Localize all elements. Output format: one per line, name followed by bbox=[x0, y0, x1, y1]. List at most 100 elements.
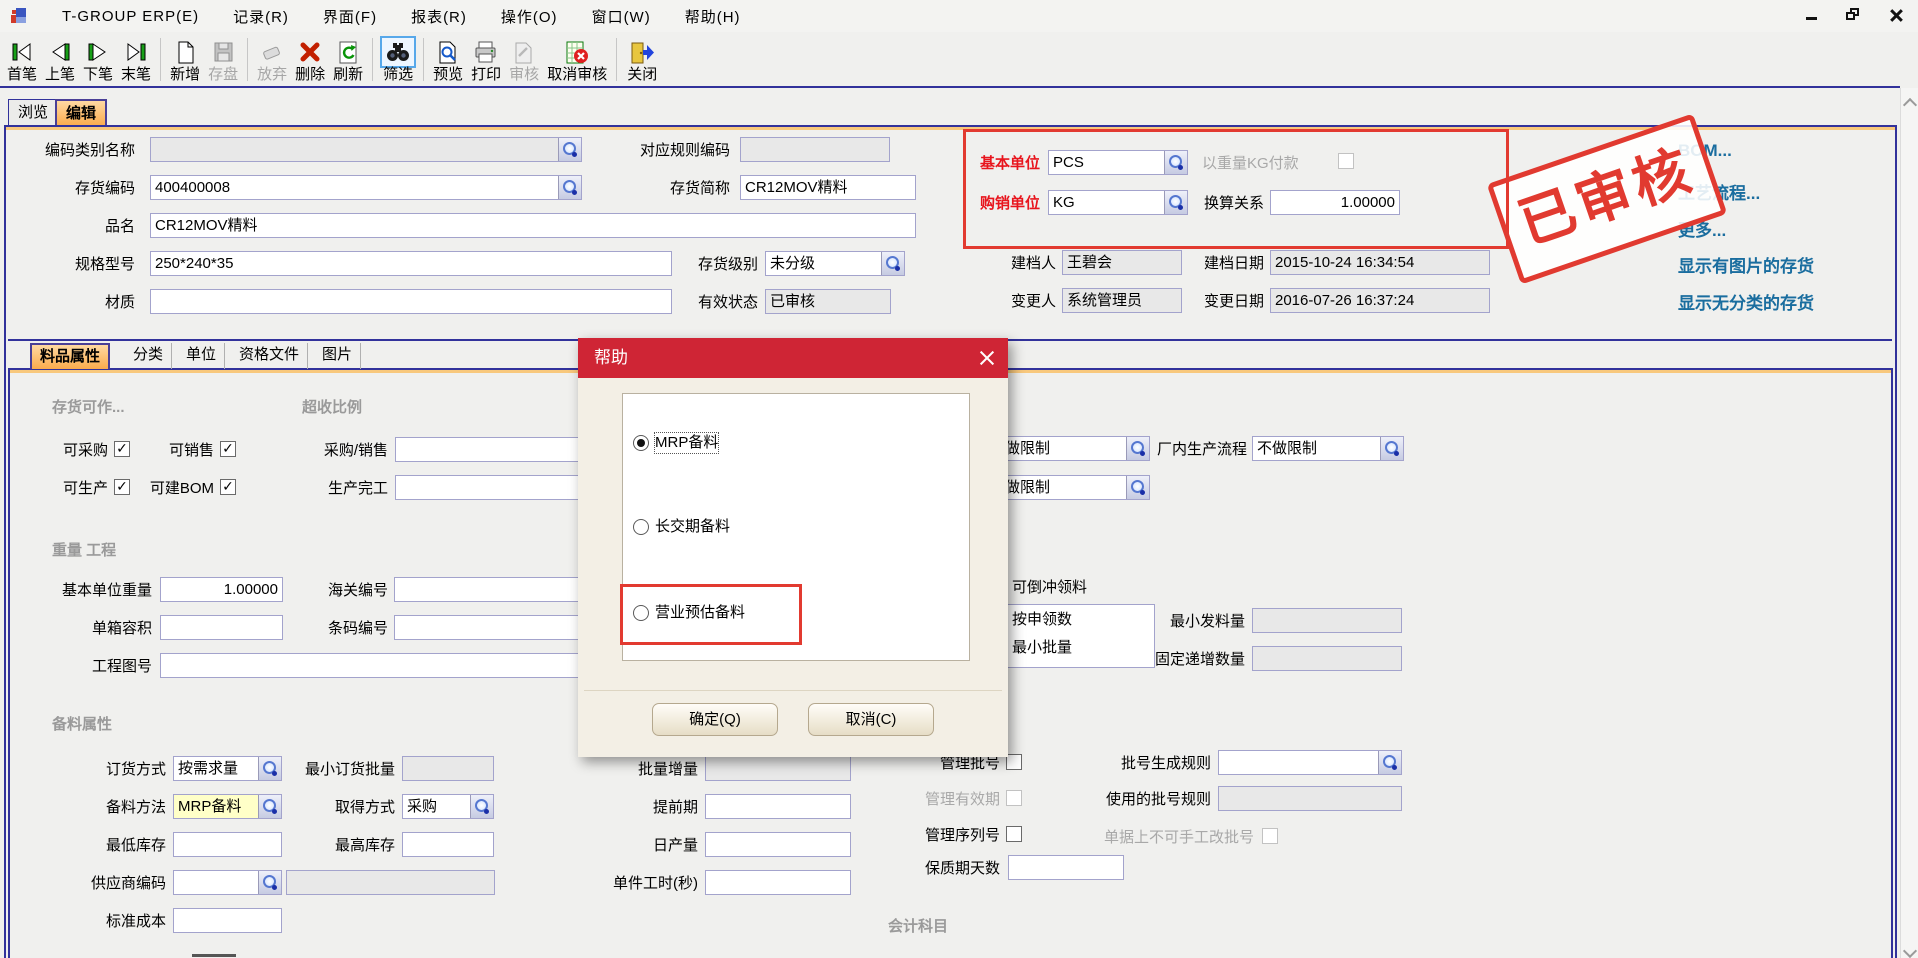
purchasable-checkbox[interactable] bbox=[114, 441, 130, 457]
option-long-lead-radio[interactable] bbox=[633, 519, 649, 535]
print-button[interactable]: 打印 bbox=[468, 38, 504, 84]
magnifier-lookup-icon[interactable] bbox=[258, 795, 281, 818]
menu-help[interactable]: 帮助(H) bbox=[685, 6, 741, 27]
option-long-lead-label[interactable]: 长交期备料 bbox=[655, 517, 730, 537]
new-button[interactable]: 新增 bbox=[167, 38, 203, 84]
tab-item-attributes[interactable]: 料品属性 bbox=[30, 343, 110, 369]
can-build-bom-checkbox[interactable] bbox=[220, 479, 236, 495]
scroll-up-icon[interactable] bbox=[1903, 98, 1917, 112]
item-code-field[interactable]: 400400008 bbox=[150, 175, 582, 200]
tab-browse[interactable]: 浏览 bbox=[8, 99, 58, 126]
magnifier-lookup-icon[interactable] bbox=[881, 252, 904, 275]
order-mode-field[interactable]: 按需求量 bbox=[173, 756, 282, 781]
last-record-button[interactable]: 末笔 bbox=[118, 38, 154, 84]
magnifier-lookup-icon[interactable] bbox=[258, 757, 281, 780]
first-record-button[interactable]: 首笔 bbox=[4, 38, 40, 84]
cancel-audit-button[interactable]: 取消审核 bbox=[544, 38, 610, 84]
max-stock-field[interactable] bbox=[402, 832, 494, 857]
refresh-button[interactable]: 刷新 bbox=[330, 38, 366, 84]
rule-code-field[interactable] bbox=[740, 137, 890, 162]
lead-time-field[interactable] bbox=[705, 794, 851, 819]
conversion-field[interactable]: 1.00000 bbox=[1270, 190, 1400, 215]
manage-serial-checkbox[interactable] bbox=[1006, 826, 1022, 842]
std-cost-field[interactable] bbox=[173, 908, 282, 933]
scroll-down-icon[interactable] bbox=[1903, 944, 1917, 958]
batch-rule-field[interactable] bbox=[1218, 750, 1402, 775]
option-mrp-label[interactable]: MRP备料 bbox=[655, 433, 718, 453]
factory-flow-field[interactable]: 不做限制 bbox=[1252, 436, 1404, 461]
minimize-icon[interactable] bbox=[1804, 8, 1820, 22]
box-volume-field[interactable] bbox=[160, 615, 283, 640]
delete-button[interactable]: 删除 bbox=[292, 38, 328, 84]
magnifier-lookup-icon[interactable] bbox=[470, 795, 493, 818]
ok-button[interactable]: 确定(Q) bbox=[652, 703, 778, 736]
base-unit-field[interactable]: PCS bbox=[1048, 150, 1188, 175]
restore-icon[interactable] bbox=[1846, 8, 1862, 22]
customs-code-field[interactable] bbox=[394, 577, 595, 602]
save-button[interactable]: 存盘 bbox=[205, 38, 241, 84]
menu-window[interactable]: 窗口(W) bbox=[592, 6, 651, 27]
magnifier-lookup-icon[interactable] bbox=[1126, 476, 1149, 499]
filter-button[interactable]: 筛选 bbox=[379, 38, 417, 84]
producible-checkbox[interactable] bbox=[114, 479, 130, 495]
audit-button[interactable]: 审核 bbox=[506, 38, 542, 84]
tab-picture[interactable]: 图片 bbox=[314, 343, 361, 369]
dialog-close-icon[interactable] bbox=[978, 349, 996, 367]
discard-button[interactable]: 放弃 bbox=[254, 38, 290, 84]
menu-report[interactable]: 报表(R) bbox=[411, 6, 467, 27]
menu-record[interactable]: 记录(R) bbox=[233, 6, 289, 27]
pay-by-weight-checkbox[interactable] bbox=[1338, 153, 1354, 169]
code-category-field[interactable] bbox=[150, 137, 582, 162]
no-manual-batch-checkbox[interactable] bbox=[1262, 828, 1278, 844]
link-show-with-picture[interactable]: 显示有图片的存货 bbox=[1678, 252, 1814, 277]
menu-tgroup-erp[interactable]: T-GROUP ERP(E) bbox=[62, 8, 199, 25]
manage-batch-checkbox[interactable] bbox=[1006, 754, 1022, 770]
tab-edit[interactable]: 编辑 bbox=[55, 99, 107, 126]
close-icon[interactable] bbox=[1888, 8, 1904, 22]
magnifier-lookup-icon[interactable] bbox=[1378, 751, 1401, 774]
cancel-button[interactable]: 取消(C) bbox=[808, 703, 934, 736]
trade-unit-field[interactable]: KG bbox=[1048, 190, 1188, 215]
acquire-mode-field[interactable]: 采购 bbox=[402, 794, 494, 819]
option-sales-forecast-radio[interactable] bbox=[633, 605, 649, 621]
limit-field-2[interactable]: 不做限制 bbox=[985, 475, 1150, 500]
tab-category[interactable]: 分类 bbox=[125, 343, 172, 369]
magnifier-lookup-icon[interactable] bbox=[1126, 437, 1149, 460]
magnifier-lookup-icon[interactable] bbox=[558, 138, 581, 161]
option-mrp-radio[interactable] bbox=[633, 435, 649, 451]
daily-output-field[interactable] bbox=[705, 832, 851, 857]
close-window-button[interactable]: 关闭 bbox=[623, 38, 661, 84]
purchase-sale-ratio-field[interactable] bbox=[395, 437, 595, 462]
preview-button[interactable]: 预览 bbox=[430, 38, 466, 84]
barcode-field[interactable] bbox=[394, 615, 595, 640]
magnifier-lookup-icon[interactable] bbox=[1164, 151, 1187, 174]
supplier-code-field[interactable] bbox=[173, 870, 282, 895]
sellable-checkbox[interactable] bbox=[220, 441, 236, 457]
min-stock-field[interactable] bbox=[173, 832, 282, 857]
dialog-titlebar[interactable]: 帮助 bbox=[578, 338, 1008, 378]
magnifier-lookup-icon[interactable] bbox=[1380, 437, 1403, 460]
shelf-days-field[interactable] bbox=[1008, 855, 1124, 880]
product-name-field[interactable]: CR12MOV精料 bbox=[150, 213, 916, 238]
tab-unit[interactable]: 单位 bbox=[178, 343, 225, 369]
unit-seconds-field[interactable] bbox=[705, 870, 851, 895]
prep-method-field[interactable]: MRP备料 bbox=[173, 794, 282, 819]
magnifier-lookup-icon[interactable] bbox=[258, 871, 281, 894]
base-weight-field[interactable]: 1.00000 bbox=[160, 577, 283, 602]
menu-operation[interactable]: 操作(O) bbox=[501, 6, 558, 27]
next-record-button[interactable]: 下笔 bbox=[80, 38, 116, 84]
prev-record-button[interactable]: 上笔 bbox=[42, 38, 78, 84]
menu-interface[interactable]: 界面(F) bbox=[323, 6, 377, 27]
magnifier-lookup-icon[interactable] bbox=[558, 176, 581, 199]
link-show-uncategorized[interactable]: 显示无分类的存货 bbox=[1678, 289, 1814, 314]
limit-field-1[interactable]: 不做限制 bbox=[985, 436, 1150, 461]
spec-field[interactable]: 250*240*35 bbox=[150, 251, 672, 276]
drawing-number-field[interactable] bbox=[160, 653, 595, 678]
material-field[interactable] bbox=[150, 289, 672, 314]
tab-qualification[interactable]: 资格文件 bbox=[231, 343, 308, 369]
production-done-ratio-field[interactable] bbox=[395, 475, 595, 500]
option-sales-forecast-label[interactable]: 营业预估备料 bbox=[655, 603, 745, 623]
level-field[interactable]: 未分级 bbox=[765, 251, 905, 276]
vertical-scrollbar[interactable] bbox=[1900, 88, 1918, 958]
magnifier-lookup-icon[interactable] bbox=[1164, 191, 1187, 214]
